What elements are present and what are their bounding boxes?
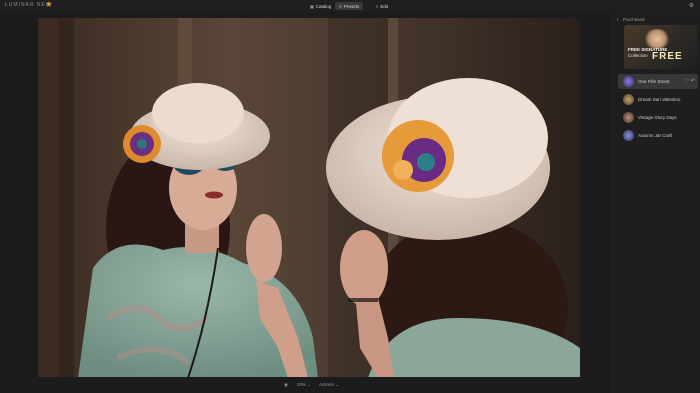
preset-item-label: Vintage Glory Days bbox=[638, 115, 677, 120]
banner-flower-image bbox=[644, 29, 670, 49]
preset-item[interactable]: Vintage Glory Days bbox=[618, 110, 698, 125]
tab-catalog[interactable]: ▦ Catalog bbox=[306, 2, 335, 10]
presets-icon: ⚲ bbox=[339, 3, 342, 9]
star-icon bbox=[46, 1, 52, 7]
chevron-left-icon: ‹ bbox=[617, 17, 619, 23]
preset-item[interactable]: Autumn Jar Craft bbox=[618, 128, 698, 143]
actions-label: Actions bbox=[319, 382, 334, 387]
preset-thumbnail bbox=[623, 76, 634, 87]
settings-gear-icon[interactable]: ⚙ bbox=[689, 2, 694, 9]
preset-item-label: Autumn Jar Craft bbox=[638, 133, 673, 138]
presets-panel: ‹ Purchased FREE SIGNATURE Collection FR… bbox=[610, 12, 700, 393]
tab-edit[interactable]: ≡ Edit bbox=[372, 2, 392, 10]
top-bar: LUMINAR NEO ▦ Catalog ⚲ Presets ≡ Edit ⚙ bbox=[0, 0, 700, 12]
tab-presets[interactable]: ⚲ Presets bbox=[335, 2, 364, 10]
tab-catalog-label: Catalog bbox=[315, 3, 332, 9]
chevron-down-icon: ⌄ bbox=[307, 382, 312, 387]
eye-icon[interactable]: ◉ bbox=[284, 382, 288, 388]
preset-thumbnail bbox=[623, 94, 634, 105]
actions-menu[interactable]: Actions ⌄ bbox=[319, 382, 339, 388]
banner-line3: FREE bbox=[652, 51, 683, 62]
zoom-select[interactable]: 33% ⌄ bbox=[297, 382, 311, 388]
chevron-down-icon: ⌄ bbox=[335, 382, 339, 387]
catalog-icon: ▦ bbox=[310, 3, 314, 9]
panel-title: Purchased bbox=[623, 17, 645, 22]
tab-presets-label: Presets bbox=[343, 3, 360, 9]
preset-item-label: One Film Street bbox=[638, 79, 670, 84]
photo-image bbox=[38, 18, 580, 378]
favorite-icon[interactable]: ♡ ↶ bbox=[685, 78, 695, 84]
tab-edit-label: Edit bbox=[380, 3, 389, 9]
preset-item-label: Dream Sari Valentino bbox=[638, 97, 681, 102]
zoom-value: 33% bbox=[297, 382, 307, 387]
preset-thumbnail bbox=[623, 130, 634, 141]
banner-line2: Collection bbox=[628, 53, 648, 58]
bottom-bar: ◉ 33% ⌄ Actions ⌄ bbox=[0, 377, 598, 393]
preset-item[interactable]: One Film Street ♡ ↶ bbox=[618, 74, 698, 89]
preset-item[interactable]: Dream Sari Valentino bbox=[618, 92, 698, 107]
edit-icon: ≡ bbox=[376, 3, 379, 9]
panel-header[interactable]: ‹ Purchased bbox=[617, 17, 645, 23]
promo-banner[interactable]: FREE SIGNATURE Collection FREE bbox=[624, 25, 697, 69]
preset-thumbnail bbox=[623, 112, 634, 123]
app-logo[interactable]: LUMINAR NEO bbox=[5, 2, 51, 8]
photo-preview[interactable] bbox=[38, 18, 580, 378]
